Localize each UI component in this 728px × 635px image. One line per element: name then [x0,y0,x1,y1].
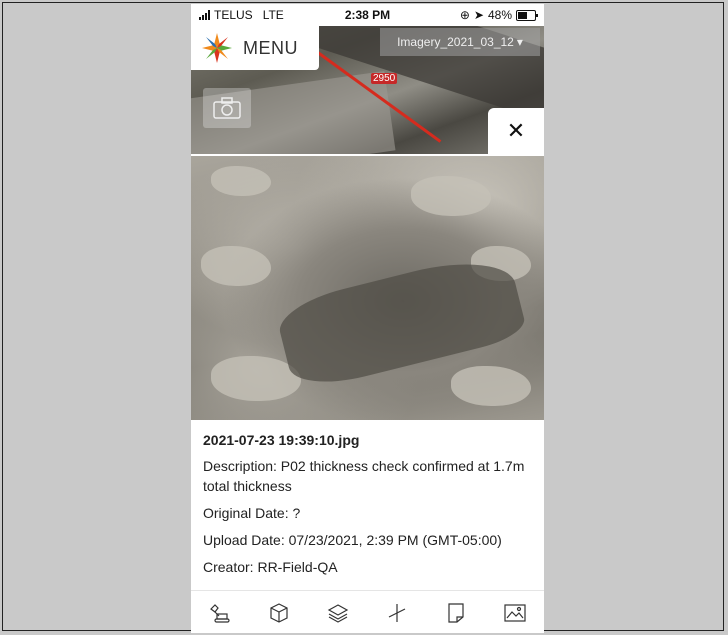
photo-texture [411,176,491,216]
image-icon [503,603,526,622]
map-view[interactable]: 2950 MENU Imagery_2021_03_12 ▾ ✕ [191,26,544,154]
measure-icon [388,603,406,622]
photo-creator: Creator: RR-Field-QA [203,559,338,575]
menu-label: MENU [243,37,298,58]
photo-description: Description: P02 thickness check confirm… [203,458,525,494]
photo-upload-date: Upload Date: 07/23/2021, 2:39 PM (GMT-05… [203,532,502,548]
tool-3d[interactable] [264,598,294,628]
document-icon [448,602,464,623]
phone-screen: TELUS LTE 2:38 PM ⊕ ➤ 48% 2950 MENU Imag… [191,4,544,633]
tool-layers[interactable] [323,598,353,628]
tool-notes[interactable] [441,598,471,628]
rotation-lock-icon: ⊕ [459,8,470,22]
photo-filename: 2021-07-23 19:39:10.jpg [203,432,360,448]
imagery-dropdown[interactable]: Imagery_2021_03_12 ▾ [380,28,540,56]
site-photo[interactable] [191,156,544,420]
tool-measure[interactable] [382,598,412,628]
status-bar: TELUS LTE 2:38 PM ⊕ ➤ 48% [191,4,544,26]
tool-excavator[interactable] [205,598,235,628]
photo-texture [451,366,531,406]
location-arrow-icon: ➤ [473,8,484,22]
photo-texture [211,166,271,196]
camera-icon [213,97,241,119]
app-logo-icon [202,33,232,63]
excavator-icon [210,603,231,623]
chevron-down-icon: ▾ [516,35,523,49]
road-label: 2950 [371,73,398,84]
battery-icon [516,9,538,21]
close-icon: ✕ [506,118,526,143]
bottom-toolbar [191,590,544,633]
tool-photos[interactable] [500,598,530,628]
battery-percent: 48% [487,8,512,22]
cube-icon [270,602,288,623]
imagery-dropdown-value: Imagery_2021_03_12 [397,35,514,49]
layers-icon [327,603,349,623]
photo-texture [201,246,271,286]
menu-button[interactable]: MENU [191,26,319,70]
close-button[interactable]: ✕ [488,108,544,154]
photo-details-panel: 2021-07-23 19:39:10.jpg Description: P02… [191,420,544,588]
photo-original-date: Original Date: ? [203,505,301,521]
camera-button[interactable] [203,88,251,128]
